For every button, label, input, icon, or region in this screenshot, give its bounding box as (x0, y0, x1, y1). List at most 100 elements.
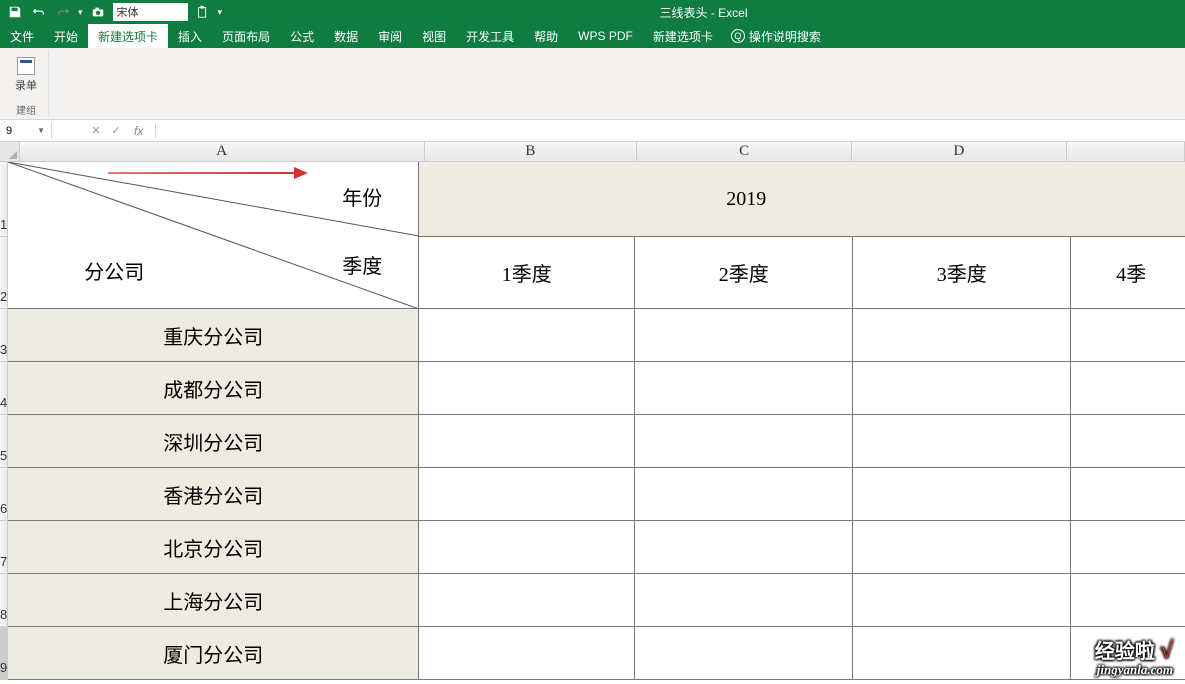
data-cell[interactable] (419, 309, 635, 362)
tab-insert[interactable]: 插入 (168, 24, 212, 48)
paste-icon[interactable] (194, 3, 212, 21)
tab-newtab2[interactable]: 新建选项卡 (643, 24, 723, 48)
undo-icon[interactable] (30, 3, 48, 21)
quarter-3-cell[interactable]: 3季度 (853, 237, 1071, 309)
tab-formulas[interactable]: 公式 (280, 24, 324, 48)
name-box[interactable]: 9 ▼ (0, 123, 52, 139)
data-cell[interactable] (419, 521, 635, 574)
year-cell-overflow[interactable] (1073, 162, 1185, 237)
header-year-label: 年份 (342, 182, 382, 211)
name-box-value: 9 (6, 125, 12, 137)
data-cell[interactable] (1071, 574, 1185, 627)
row-header-4[interactable]: 4 (0, 362, 8, 415)
ribbon-content: 录单 建组 (0, 48, 1185, 120)
window-title: 三线表头 - Excel (222, 4, 1185, 21)
data-cell[interactable] (853, 574, 1071, 627)
company-cell[interactable]: 深圳分公司 (8, 415, 419, 468)
data-cell[interactable] (853, 362, 1071, 415)
watermark: 经验啦 √ jingyanla.com (1095, 639, 1173, 676)
cancel-formula-icon[interactable]: ✕ (88, 124, 104, 138)
tab-file[interactable]: 文件 (0, 24, 44, 48)
group-label: 建组 (16, 102, 36, 117)
column-header-a[interactable]: A (20, 142, 425, 162)
formula-input[interactable] (156, 123, 1185, 139)
font-name-box[interactable]: 宋体 (113, 3, 188, 21)
ribbon-group-record: 录单 建组 (4, 50, 49, 117)
column-header-d[interactable]: D (852, 142, 1067, 162)
corner-header-cell[interactable]: 年份 季度 分公司 (8, 162, 419, 309)
record-label: 录单 (15, 77, 37, 93)
form-icon (17, 57, 35, 75)
data-cell[interactable] (635, 415, 853, 468)
ribbon-tabs: 文件 开始 新建选项卡 插入 页面布局 公式 数据 审阅 视图 开发工具 帮助 … (0, 24, 1185, 48)
row-header-3[interactable]: 3 (0, 309, 8, 362)
tell-me-label: 操作说明搜索 (749, 28, 821, 45)
lightbulb-icon: Q (731, 29, 745, 43)
data-cell[interactable] (853, 415, 1071, 468)
data-cell[interactable] (635, 627, 853, 680)
data-cell[interactable] (853, 521, 1071, 574)
data-cell[interactable] (1071, 468, 1185, 521)
quarter-4-cell[interactable]: 4季 (1071, 237, 1185, 309)
titlebar: ▾ 宋体 ▾ 三线表头 - Excel (0, 0, 1185, 24)
data-cell[interactable] (635, 521, 853, 574)
data-cell[interactable] (1071, 309, 1185, 362)
enter-formula-icon[interactable]: ✓ (108, 124, 124, 138)
camera-icon[interactable] (89, 3, 107, 21)
data-cell[interactable] (419, 362, 635, 415)
data-cell[interactable] (853, 309, 1071, 362)
company-cell[interactable]: 北京分公司 (8, 521, 419, 574)
column-header-b[interactable]: B (425, 142, 638, 162)
data-cell[interactable] (419, 627, 635, 680)
data-cell[interactable] (853, 627, 1071, 680)
data-cell[interactable] (635, 309, 853, 362)
data-cell[interactable] (1071, 415, 1185, 468)
fx-icon[interactable]: fx (128, 124, 149, 138)
tab-review[interactable]: 审阅 (368, 24, 412, 48)
header-quarter-label: 季度 (342, 250, 382, 279)
row-header-5[interactable]: 5 (0, 415, 8, 468)
tab-newtab1[interactable]: 新建选项卡 (88, 24, 168, 48)
tab-wpspdf[interactable]: WPS PDF (568, 24, 643, 48)
data-cell[interactable] (635, 468, 853, 521)
tab-layout[interactable]: 页面布局 (212, 24, 280, 48)
name-dropdown-icon[interactable]: ▼ (37, 126, 45, 135)
data-cell[interactable] (419, 468, 635, 521)
company-cell[interactable]: 成都分公司 (8, 362, 419, 415)
tab-help[interactable]: 帮助 (524, 24, 568, 48)
data-cell[interactable] (1071, 362, 1185, 415)
row-header-7[interactable]: 7 (0, 521, 8, 574)
select-all-triangle[interactable] (0, 142, 20, 162)
data-cell[interactable] (419, 415, 635, 468)
data-cell[interactable] (419, 574, 635, 627)
save-icon[interactable] (6, 3, 24, 21)
quarter-1-cell[interactable]: 1季度 (419, 237, 635, 309)
company-cell[interactable]: 香港分公司 (8, 468, 419, 521)
year-cell[interactable]: 2019 (419, 162, 1073, 237)
header-company-label: 分公司 (84, 256, 144, 285)
row-header-2[interactable]: 2 (0, 237, 8, 309)
spreadsheet-grid[interactable]: A B C D 1 2 3 4 5 6 7 8 9 (0, 142, 1185, 680)
redo-icon[interactable] (54, 3, 72, 21)
tell-me-search[interactable]: Q 操作说明搜索 (731, 28, 821, 45)
column-header-e[interactable] (1067, 142, 1185, 162)
data-cell[interactable] (635, 362, 853, 415)
data-cell[interactable] (1071, 521, 1185, 574)
row-header-9[interactable]: 9 (0, 627, 8, 680)
company-cell[interactable]: 重庆分公司 (8, 309, 419, 362)
data-cell[interactable] (853, 468, 1071, 521)
row-header-6[interactable]: 6 (0, 468, 8, 521)
company-cell[interactable]: 厦门分公司 (8, 627, 419, 680)
tab-developer[interactable]: 开发工具 (456, 24, 524, 48)
company-cell[interactable]: 上海分公司 (8, 574, 419, 627)
row-header-8[interactable]: 8 (0, 574, 8, 627)
data-cell[interactable] (635, 574, 853, 627)
quarter-2-cell[interactable]: 2季度 (635, 237, 853, 309)
row-header-1[interactable]: 1 (0, 162, 8, 237)
tab-data[interactable]: 数据 (324, 24, 368, 48)
column-header-c[interactable]: C (637, 142, 852, 162)
qat-dropdown-icon[interactable]: ▾ (78, 7, 83, 18)
record-button[interactable]: 录单 (8, 50, 44, 100)
tab-view[interactable]: 视图 (412, 24, 456, 48)
tab-home[interactable]: 开始 (44, 24, 88, 48)
